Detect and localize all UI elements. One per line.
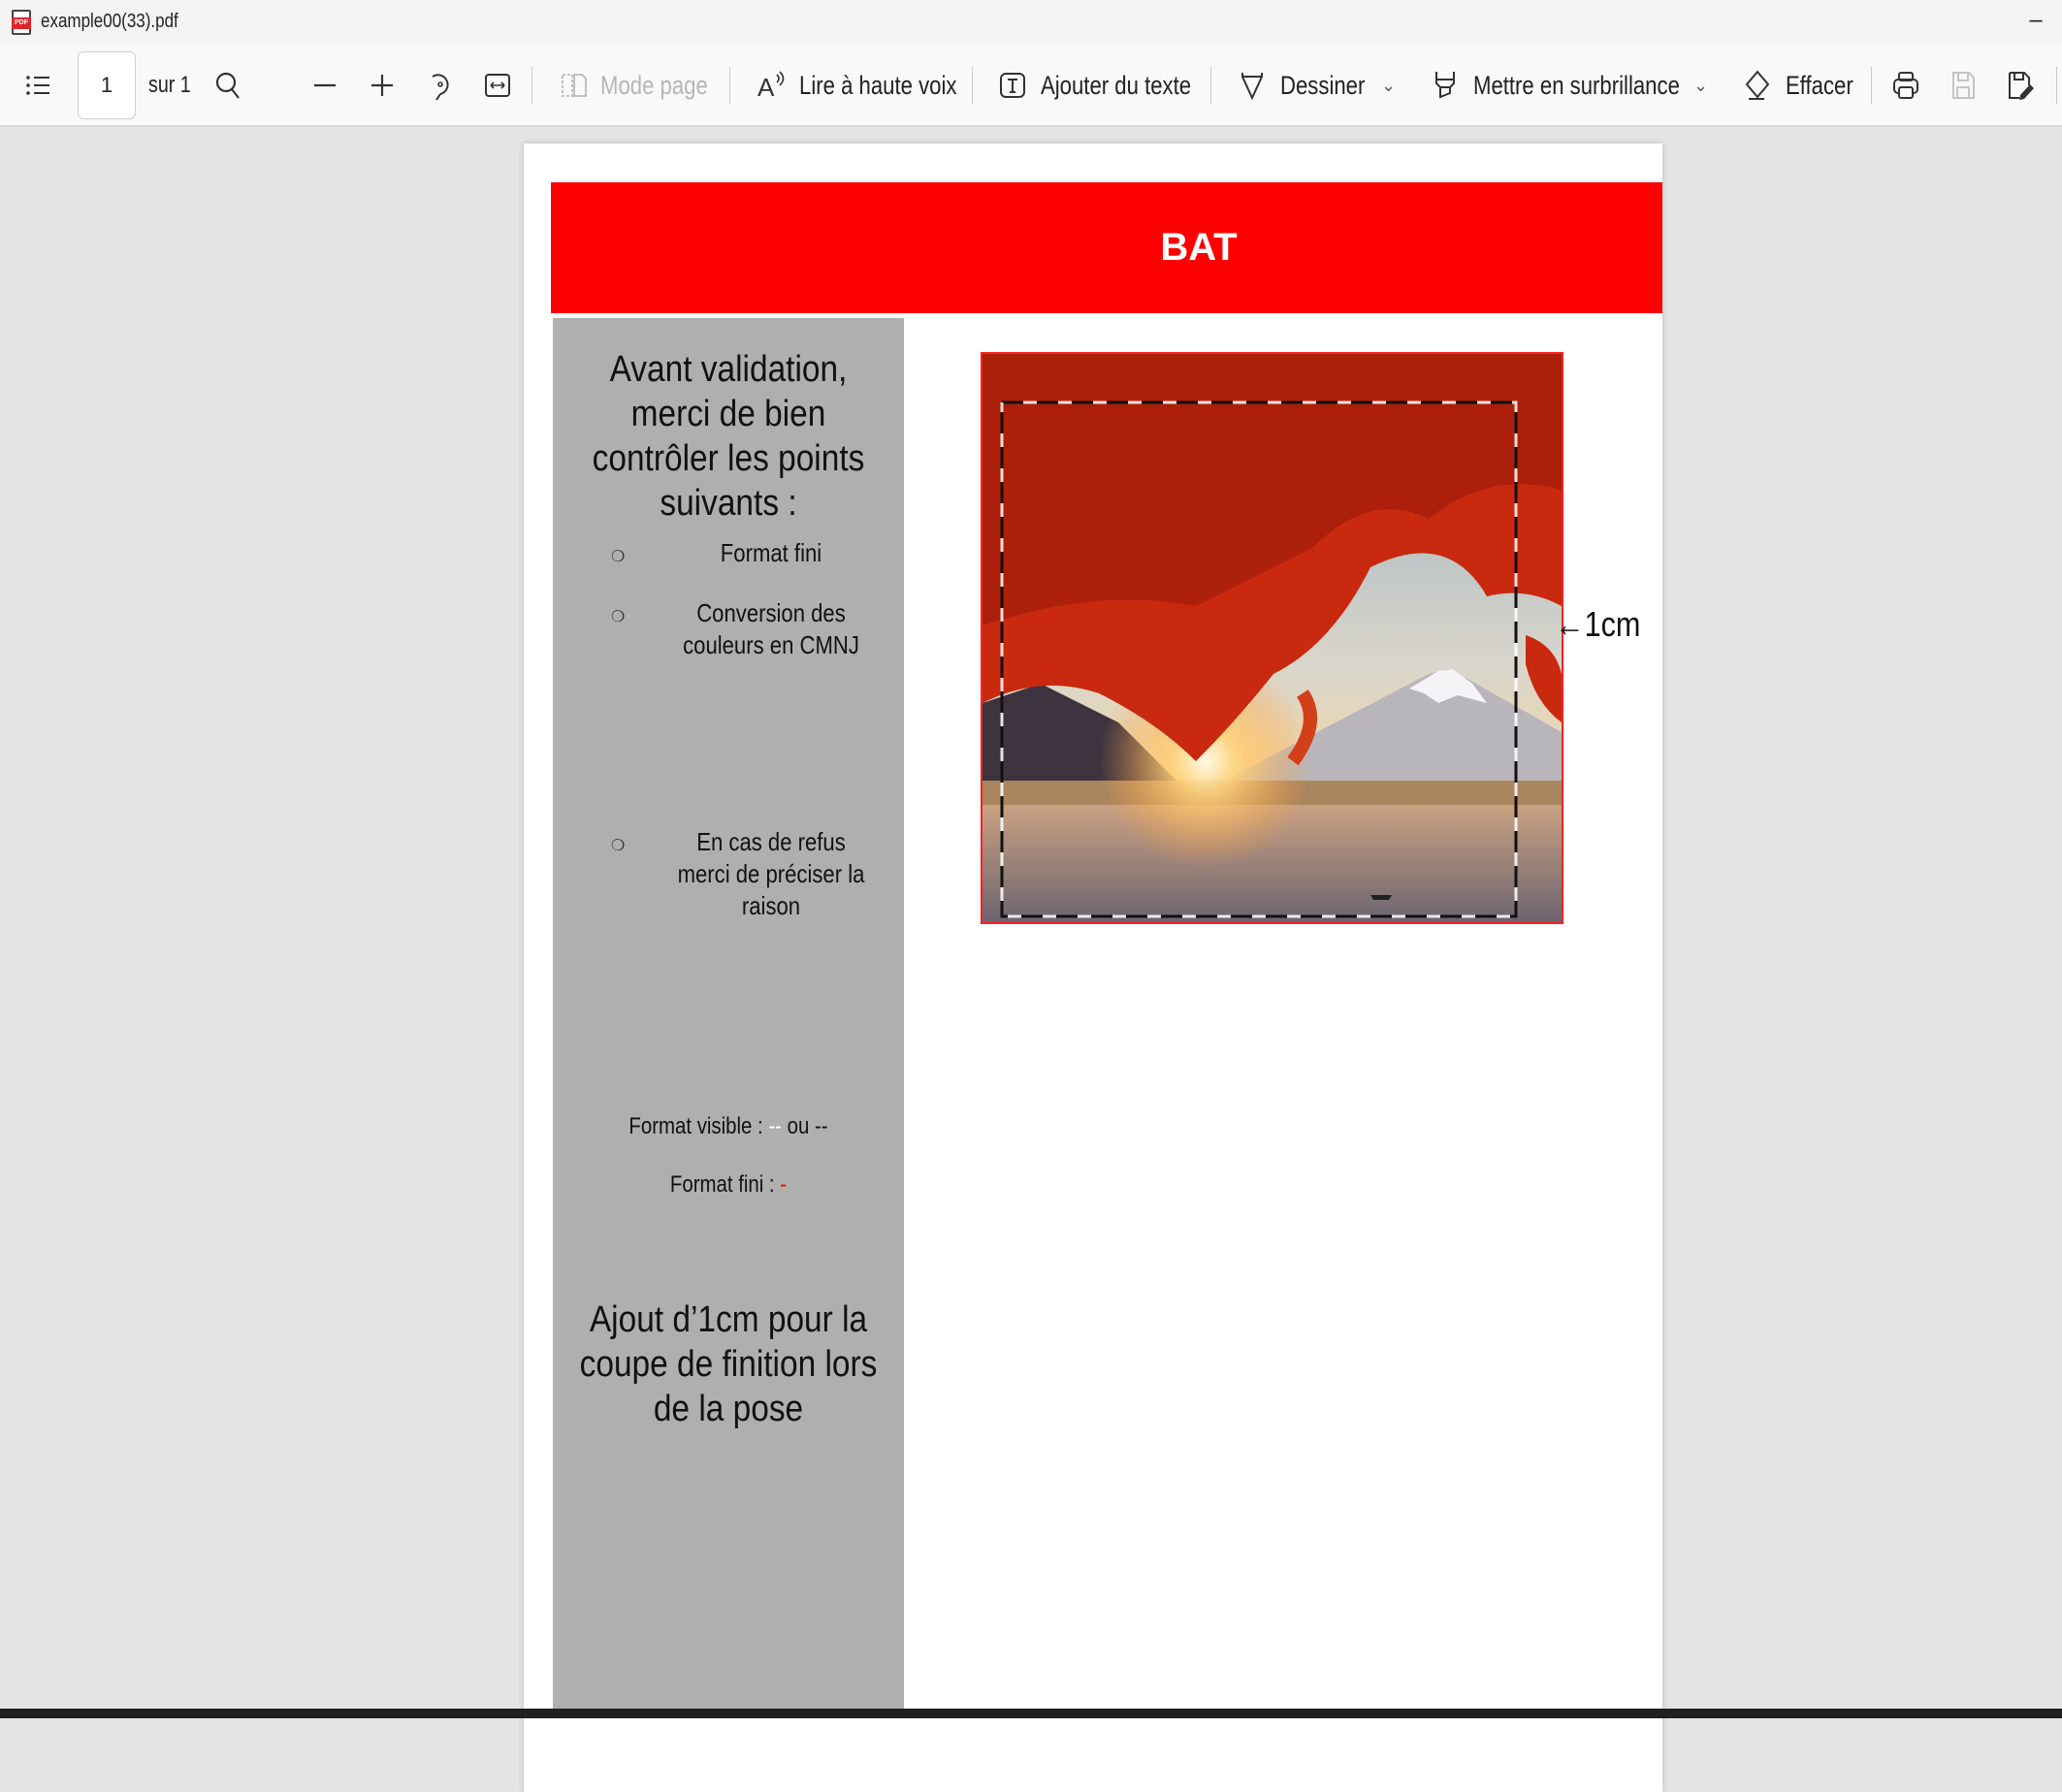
zoom-in-button[interactable] [366, 44, 399, 127]
red-dash-legend: - [780, 1171, 788, 1198]
checklist-item: ❍ Conversion des couleurs en CMNJ [611, 598, 859, 659]
autumn-mount-fuji-image [983, 354, 1562, 922]
checklist-panel: Avant validation, merci de bien contrôle… [553, 318, 904, 1714]
list-icon [21, 69, 54, 102]
white-dash-legend: -- [768, 1113, 782, 1139]
draw-button[interactable]: Dessiner [1236, 44, 1384, 127]
save-as-icon [2004, 69, 2037, 102]
search-icon [211, 69, 244, 102]
eraser-icon [1741, 69, 1774, 102]
title-bar: example00(33).pdf – [0, 0, 2062, 44]
artwork-image [981, 352, 1563, 924]
read-aloud-button[interactable]: A Lire à haute voix [757, 44, 991, 127]
save-as-button[interactable] [2004, 44, 2037, 127]
bullet-circle-icon: ❍ [611, 609, 626, 625]
document-viewer[interactable]: BAT Avant validation, merci de bien cont… [0, 127, 2062, 1792]
svg-text:A: A [757, 73, 775, 102]
format-visible-line: Format visible : -- ou -- [628, 1113, 828, 1139]
save-icon [1947, 69, 1980, 102]
toolbar: 1 sur 1 Mode page A Lire à haute voix Aj… [0, 44, 2062, 127]
bullet-circle-icon: ❍ [611, 549, 626, 565]
draw-options-dropdown[interactable]: ⌄ [1381, 44, 1396, 127]
printer-icon [1889, 69, 1922, 102]
text-box-icon [996, 69, 1029, 102]
black-dash-legend: -- [814, 1113, 828, 1139]
print-button[interactable] [1889, 44, 1922, 127]
highlight-button[interactable]: Mettre en surbrillance [1429, 44, 1725, 127]
window-title: example00(33).pdf [41, 11, 178, 32]
pen-icon [1236, 69, 1269, 102]
taskbar-edge [0, 1709, 2062, 1718]
toolbar-divider [972, 67, 973, 104]
checklist-heading: Avant validation, merci de bien contrôle… [592, 349, 865, 524]
page-total: sur 1 [148, 72, 191, 98]
add-text-button[interactable]: Ajouter du texte [996, 44, 1224, 127]
search-button[interactable] [211, 44, 244, 127]
page-mode-icon [558, 69, 591, 102]
highlight-options-dropdown[interactable]: ⌄ [1693, 44, 1708, 127]
header-banner: BAT [551, 182, 1662, 313]
rotate-button[interactable] [424, 44, 457, 127]
fit-width-button[interactable] [481, 44, 514, 127]
table-of-contents-button[interactable] [21, 44, 54, 127]
minus-icon [308, 69, 341, 102]
page-mode-button[interactable]: Mode page [558, 44, 731, 127]
bullet-circle-icon: ❍ [611, 838, 626, 854]
format-fini-line: Format fini : - [669, 1171, 788, 1198]
toolbar-divider [1871, 67, 1872, 104]
save-button[interactable] [1947, 44, 1980, 127]
bleed-measurement-label: ←1cm [1555, 604, 1641, 644]
zoom-out-button[interactable] [308, 44, 341, 127]
pdf-file-icon [12, 9, 31, 35]
toolbar-divider [1210, 67, 1211, 104]
page-number-input[interactable]: 1 [78, 51, 136, 119]
bleed-note: Ajout d’1cm pour la coupe de finition lo… [579, 1299, 878, 1429]
erase-button[interactable]: Effacer [1741, 44, 1868, 127]
header-title: BAT [1160, 226, 1238, 269]
pdf-page: BAT Avant validation, merci de bien cont… [524, 144, 1662, 1792]
toolbar-divider [729, 67, 730, 104]
checklist-item: ❍ En cas de refus merci de préciser la r… [611, 827, 865, 920]
rotate-icon [424, 69, 457, 102]
checklist-item: ❍ Format fini [611, 537, 892, 573]
fit-width-icon [481, 69, 514, 102]
minimize-button[interactable]: – [2021, 6, 2050, 35]
toolbar-divider [2056, 67, 2057, 104]
plus-icon [366, 69, 399, 102]
read-aloud-icon: A [757, 69, 789, 102]
highlighter-icon [1429, 69, 1462, 102]
